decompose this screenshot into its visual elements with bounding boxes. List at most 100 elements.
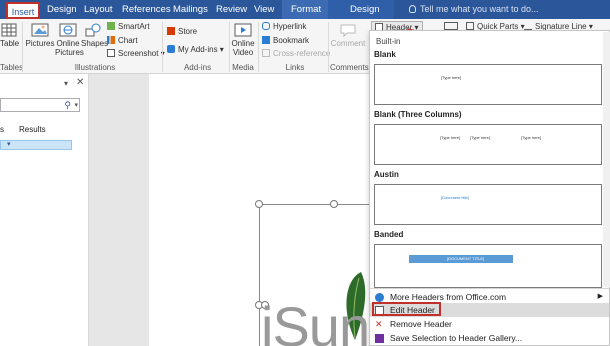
placeholder-field: [DOCUMENT TITLE] xyxy=(447,256,485,261)
placeholder-field: [Type here] xyxy=(521,135,542,140)
text-box-icon xyxy=(444,22,458,30)
gallery-section-three-columns: Blank (Three Columns) xyxy=(374,110,462,119)
tab-results[interactable]: Results xyxy=(19,125,46,134)
online-video-button[interactable]: Online Video xyxy=(230,22,256,57)
group-divider xyxy=(328,22,329,72)
header-option-banded[interactable]: [DOCUMENT TITLE] xyxy=(374,244,602,288)
header-gallery-dropdown: Built-in Blank [Type here] Blank (Three … xyxy=(369,30,610,346)
remove-icon: ✕ xyxy=(375,319,383,329)
tab-design[interactable]: Design xyxy=(47,0,77,19)
edit-header-highlight-annotation xyxy=(372,302,441,316)
shapes-button[interactable]: Shapes xyxy=(81,22,109,48)
online-pictures-label: Online Pictures xyxy=(55,39,84,57)
group-divider xyxy=(258,22,259,72)
tab-layout[interactable]: Layout xyxy=(84,0,113,19)
tab-review[interactable]: Review xyxy=(216,0,247,19)
online-pictures-icon xyxy=(59,23,77,37)
hyperlink-button[interactable]: Hyperlink xyxy=(262,22,306,32)
hyperlink-label: Hyperlink xyxy=(273,22,307,31)
bookmark-icon xyxy=(262,36,270,44)
submenu-arrow-icon: ▶ xyxy=(597,293,603,300)
save-selection-menu-item[interactable]: Save Selection to Header Gallery... xyxy=(370,331,609,345)
search-dropdown-icon[interactable]: ▾ xyxy=(74,101,78,109)
nav-selected-row[interactable]: ▾ xyxy=(0,140,72,150)
search-input[interactable]: ⚲ ▾ xyxy=(0,98,80,112)
placeholder-field: [Type here] xyxy=(470,135,491,140)
remove-header-label: Remove Header xyxy=(390,319,452,329)
pictures-icon xyxy=(31,23,49,37)
resize-handle[interactable] xyxy=(330,200,338,208)
tell-me-box[interactable]: Tell me what you want to do... xyxy=(409,0,539,19)
smartart-icon xyxy=(107,22,115,30)
chart-label: Chart xyxy=(118,36,138,45)
tab-header-design[interactable]: Design xyxy=(350,0,380,19)
ribbon-tab-bar: Insert Design Layout References Mailings… xyxy=(0,0,610,19)
placeholder-field: [Document title] xyxy=(441,195,469,200)
more-headers-label: More Headers from Office.com xyxy=(390,292,507,302)
gallery-section-austin: Austin xyxy=(374,170,399,179)
resize-handle[interactable] xyxy=(255,200,263,208)
shapes-icon xyxy=(85,23,101,37)
gallery-scrollbar[interactable] xyxy=(603,32,610,287)
chart-button[interactable]: Chart xyxy=(107,36,138,46)
tab-mailings[interactable]: Mailings xyxy=(173,0,208,19)
placeholder-field: [Type here] xyxy=(441,75,462,80)
table-icon xyxy=(1,23,17,37)
close-icon[interactable]: ✕ xyxy=(76,77,84,88)
gallery-section-blank: Blank xyxy=(374,50,396,59)
pictures-label: Pictures xyxy=(25,39,55,48)
bookmark-button[interactable]: Bookmark xyxy=(262,36,309,46)
tab-insert[interactable]: Insert xyxy=(6,2,40,19)
illustrations-group-label: Illustrations xyxy=(74,63,116,72)
my-addins-button[interactable]: My Add-ins ▾ xyxy=(167,45,224,55)
store-icon xyxy=(167,27,175,35)
tab-pages-fragment[interactable]: s xyxy=(0,125,4,134)
video-icon xyxy=(234,23,252,37)
screenshot-icon xyxy=(107,49,115,57)
my-addins-label: My Add-ins xyxy=(178,45,218,54)
collapse-icon: ▾ xyxy=(7,141,11,148)
screenshot-button[interactable]: Screenshot ▾ xyxy=(107,49,165,59)
smartart-button[interactable]: SmartArt xyxy=(107,22,150,32)
placeholder-field: [Type here] xyxy=(440,135,461,140)
tab-format[interactable]: Format xyxy=(291,0,321,19)
comments-group-label: Comments xyxy=(330,63,369,72)
online-pictures-button[interactable]: Online Pictures xyxy=(55,22,84,57)
cross-reference-button[interactable]: Cross-reference xyxy=(262,49,330,59)
save-selection-label: Save Selection to Header Gallery... xyxy=(390,333,523,343)
screenshot-label: Screenshot xyxy=(118,49,159,58)
group-divider xyxy=(22,22,23,72)
document-big-text: iSun xyxy=(261,295,370,346)
tables-group-label: Tables xyxy=(0,63,24,72)
header-option-blank[interactable]: [Type here] xyxy=(374,64,602,105)
addins-group-label: Add-ins xyxy=(183,63,212,72)
search-icon[interactable]: ⚲ xyxy=(64,100,71,111)
store-button[interactable]: Store xyxy=(167,27,197,37)
bookmark-label: Bookmark xyxy=(273,36,310,45)
tab-view[interactable]: View xyxy=(254,0,274,19)
table-button[interactable]: Table xyxy=(0,22,19,48)
header-option-austin[interactable]: [Document title] xyxy=(374,184,602,225)
store-label: Store xyxy=(178,27,198,36)
hyperlink-icon xyxy=(262,22,270,30)
online-video-label: Online Video xyxy=(231,39,255,57)
remove-header-menu-item[interactable]: ✕ Remove Header xyxy=(370,317,609,331)
header-option-three-columns[interactable]: [Type here] [Type here] [Type here] xyxy=(374,124,602,165)
group-divider xyxy=(162,22,163,72)
smartart-label: SmartArt xyxy=(118,22,150,31)
signature-line-icon xyxy=(524,22,532,30)
links-group-label: Links xyxy=(285,63,305,72)
comment-button[interactable]: Comment xyxy=(330,22,366,48)
cross-reference-label: Cross-reference xyxy=(273,49,331,58)
quick-parts-icon xyxy=(466,22,474,30)
builtin-label: Built-in xyxy=(376,37,401,46)
tab-references[interactable]: References xyxy=(122,0,171,19)
pane-options-icon[interactable]: ▾ xyxy=(64,79,68,88)
navigation-pane: ▾ ✕ ⚲ ▾ s Results ▾ xyxy=(0,74,89,346)
pictures-button[interactable]: Pictures xyxy=(25,22,55,48)
shapes-label: Shapes xyxy=(81,39,109,48)
chart-icon xyxy=(107,36,115,44)
cross-reference-icon xyxy=(262,49,270,57)
globe-icon xyxy=(375,293,384,302)
save-gallery-icon xyxy=(375,334,384,343)
